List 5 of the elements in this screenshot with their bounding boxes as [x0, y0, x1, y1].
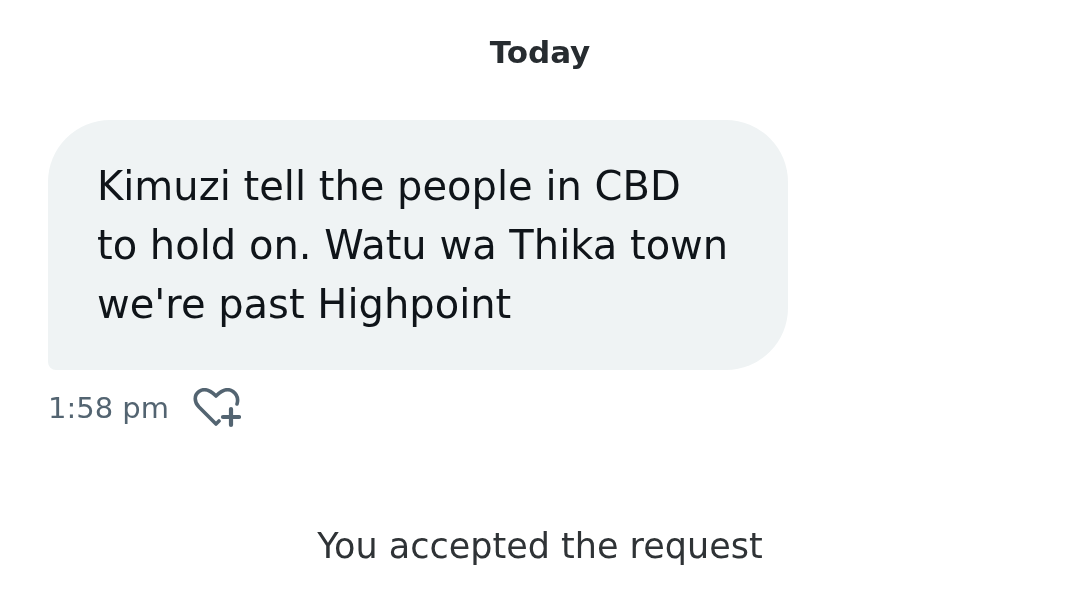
message-text: Kimuzi tell the people in CBD to hold on. Watu wa Thika town we're past Highpoint: [97, 162, 730, 329]
date-divider: Today: [489, 33, 591, 72]
message-time: 1:58 pm: [48, 390, 169, 426]
system-notice: You accepted the request: [317, 525, 763, 568]
heart-plus-icon[interactable]: [193, 388, 241, 428]
